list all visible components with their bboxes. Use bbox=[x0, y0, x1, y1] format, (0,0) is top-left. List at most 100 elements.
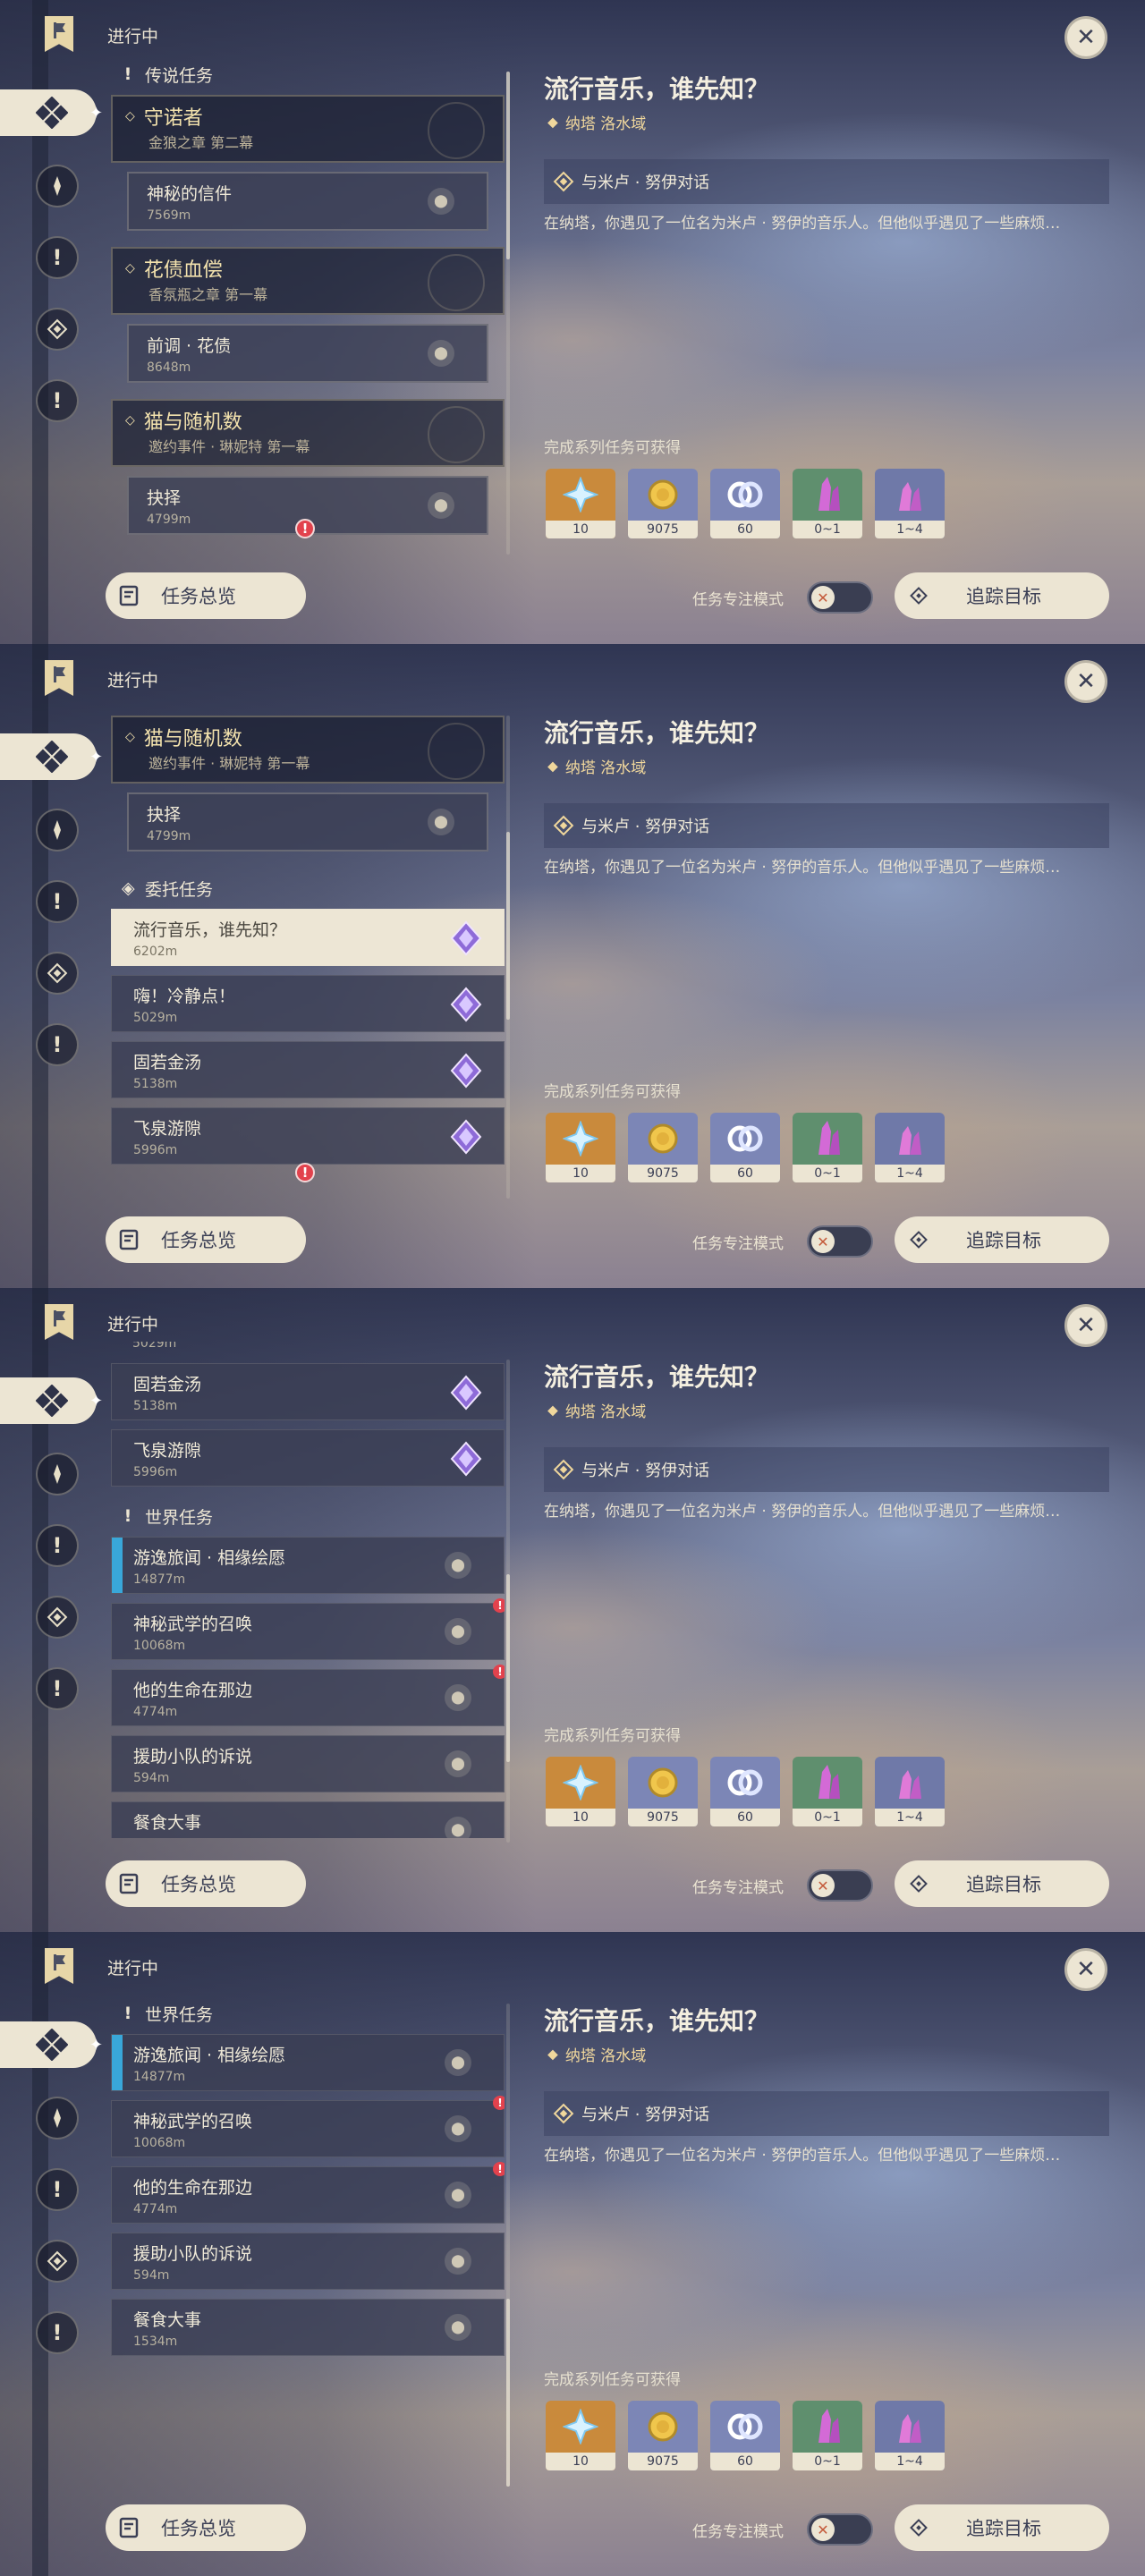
focus-mode-toggle[interactable]: ✕ bbox=[807, 1869, 873, 1902]
commission-item-selected[interactable]: 流行音乐，谁先知？ 6202m bbox=[111, 909, 505, 966]
tab-story-quest-icon[interactable]: ! bbox=[36, 236, 79, 279]
reward-item[interactable]: 10 bbox=[546, 469, 615, 538]
tab-commission-icon[interactable] bbox=[36, 952, 79, 995]
map-pin-icon[interactable]: ⬤ bbox=[428, 340, 454, 367]
list-scrollbar[interactable] bbox=[506, 72, 510, 555]
reward-item[interactable]: 60 bbox=[710, 2401, 780, 2470]
commission-item[interactable]: 飞泉游隙 5996m bbox=[111, 1429, 505, 1487]
map-pin-icon[interactable]: ⬤ bbox=[445, 2049, 471, 2076]
quest-item[interactable]: 神秘的信件 7569m ⬤ bbox=[127, 172, 488, 231]
tab-commission-icon[interactable] bbox=[36, 1596, 79, 1639]
map-pin-icon[interactable]: ⬤ bbox=[445, 1817, 471, 1838]
quest-overview-button[interactable]: 任务总览 bbox=[106, 572, 306, 619]
bookmark-icon[interactable] bbox=[45, 660, 73, 696]
reward-item[interactable]: 60 bbox=[710, 469, 780, 538]
map-pin-icon[interactable]: ⬤ bbox=[445, 1684, 471, 1711]
map-pin-icon[interactable]: ⬤ bbox=[445, 1750, 471, 1777]
reward-item[interactable]: 0~1 bbox=[793, 1113, 862, 1182]
tab-all-quests[interactable] bbox=[0, 733, 97, 780]
track-target-button[interactable]: 追踪目标 bbox=[895, 572, 1109, 619]
world-item-tracked[interactable]: 游逸旅闻 · 相缘绘愿 14877m ⬤ bbox=[111, 2034, 505, 2091]
world-item[interactable]: 神秘武学的召唤 10068m ⬤! bbox=[111, 2096, 505, 2157]
legend-chapter[interactable]: ◇ 猫与随机数 邀约事件 · 琳妮特 第一幕 bbox=[111, 716, 505, 784]
reward-item[interactable]: 1~4 bbox=[875, 469, 945, 538]
reward-item[interactable]: 1~4 bbox=[875, 1757, 945, 1826]
reward-item[interactable]: 0~1 bbox=[793, 2401, 862, 2470]
commission-item[interactable]: 固若金汤 5138m bbox=[111, 1363, 505, 1420]
track-target-button[interactable]: 追踪目标 bbox=[895, 1860, 1109, 1907]
reward-item[interactable]: 10 bbox=[546, 1113, 615, 1182]
reward-item[interactable]: 9075 bbox=[628, 1757, 698, 1826]
legend-chapter[interactable]: ◇ 守诺者 金狼之章 第二幕 bbox=[111, 95, 505, 163]
tab-story-quest-icon[interactable]: ! bbox=[36, 2168, 79, 2211]
map-pin-icon[interactable]: ⬤ bbox=[445, 1618, 471, 1645]
tab-world-quest-icon[interactable]: ! bbox=[36, 1667, 79, 1710]
reward-item[interactable]: 0~1 bbox=[793, 469, 862, 538]
reward-item[interactable]: 1~4 bbox=[875, 1113, 945, 1182]
reward-item[interactable]: 10 bbox=[546, 2401, 615, 2470]
reward-item[interactable]: 9075 bbox=[628, 2401, 698, 2470]
tab-all-quests[interactable] bbox=[0, 1377, 97, 1424]
legend-chapter[interactable]: ◇ 猫与随机数 邀约事件 · 琳妮特 第一幕 bbox=[111, 399, 505, 467]
quest-item[interactable]: 抉择 4799m ⬤ bbox=[127, 792, 488, 852]
list-scrollbar[interactable] bbox=[506, 1360, 510, 1843]
close-button[interactable]: ✕ bbox=[1064, 660, 1107, 703]
close-button[interactable]: ✕ bbox=[1064, 1948, 1107, 1991]
map-pin-icon[interactable]: ⬤ bbox=[428, 492, 454, 519]
tab-all-quests[interactable] bbox=[0, 2021, 97, 2068]
map-pin-icon[interactable]: ⬤ bbox=[445, 1552, 471, 1579]
tab-world-quest-icon[interactable]: ! bbox=[36, 2311, 79, 2354]
world-item[interactable]: 援助小队的诉说 594m ⬤ bbox=[111, 2233, 505, 2290]
bookmark-icon[interactable] bbox=[45, 1948, 73, 1984]
tab-story-quest-icon[interactable]: ! bbox=[36, 880, 79, 923]
world-item-tracked[interactable]: 游逸旅闻 · 相缘绘愿 14877m ⬤ bbox=[111, 1537, 505, 1594]
world-item[interactable]: 餐食大事1534m⬤ bbox=[111, 2299, 505, 2356]
world-item[interactable]: 他的生命在那边 4774m ⬤! bbox=[111, 2162, 505, 2224]
quest-overview-button[interactable]: 任务总览 bbox=[106, 1216, 306, 1263]
legend-chapter[interactable]: ◇ 花债血偿 香氛瓶之章 第一幕 bbox=[111, 247, 505, 315]
quest-overview-button[interactable]: 任务总览 bbox=[106, 2504, 306, 2551]
focus-mode-toggle[interactable]: ✕ bbox=[807, 2513, 873, 2546]
tab-world-quest-icon[interactable]: ! bbox=[36, 1023, 79, 1066]
commission-item[interactable]: 固若金汤 5138m bbox=[111, 1041, 505, 1098]
focus-mode-toggle[interactable]: ✕ bbox=[807, 1225, 873, 1258]
close-button[interactable]: ✕ bbox=[1064, 16, 1107, 59]
tab-archon-quest-icon[interactable] bbox=[36, 165, 79, 208]
tab-archon-quest-icon[interactable] bbox=[36, 2097, 79, 2140]
reward-item[interactable]: 60 bbox=[710, 1113, 780, 1182]
tab-archon-quest-icon[interactable] bbox=[36, 809, 79, 852]
quest-overview-button[interactable]: 任务总览 bbox=[106, 1860, 306, 1907]
quest-item[interactable]: 前调 · 花债 8648m ⬤ bbox=[127, 324, 488, 383]
track-target-button[interactable]: 追踪目标 bbox=[895, 2504, 1109, 2551]
map-pin-icon[interactable]: ⬤ bbox=[428, 809, 454, 835]
track-target-button[interactable]: 追踪目标 bbox=[895, 1216, 1109, 1263]
map-pin-icon[interactable]: ⬤ bbox=[445, 2314, 471, 2341]
world-item[interactable]: 援助小队的诉说 594m ⬤ bbox=[111, 1735, 505, 1792]
bookmark-icon[interactable] bbox=[45, 16, 73, 52]
world-item[interactable]: 餐食大事1534m⬤ bbox=[111, 1801, 505, 1838]
reward-item[interactable]: 60 bbox=[710, 1757, 780, 1826]
list-scrollbar[interactable] bbox=[506, 2004, 510, 2487]
tab-all-quests[interactable] bbox=[0, 89, 97, 136]
tab-commission-icon[interactable] bbox=[36, 308, 79, 351]
reward-item[interactable]: 0~1 bbox=[793, 1757, 862, 1826]
tab-commission-icon[interactable] bbox=[36, 2240, 79, 2283]
reward-item[interactable]: 9075 bbox=[628, 1113, 698, 1182]
reward-item[interactable]: 10 bbox=[546, 1757, 615, 1826]
tab-story-quest-icon[interactable]: ! bbox=[36, 1524, 79, 1567]
map-pin-icon[interactable]: ⬤ bbox=[428, 188, 454, 215]
tab-archon-quest-icon[interactable] bbox=[36, 1453, 79, 1496]
focus-mode-toggle[interactable]: ✕ bbox=[807, 581, 873, 614]
world-item[interactable]: 神秘武学的召唤 10068m ⬤! bbox=[111, 1598, 505, 1660]
commission-item[interactable]: 飞泉游隙 5996m bbox=[111, 1107, 505, 1165]
map-pin-icon[interactable]: ⬤ bbox=[445, 2182, 471, 2208]
bookmark-icon[interactable] bbox=[45, 1304, 73, 1340]
reward-item[interactable]: 9075 bbox=[628, 469, 698, 538]
commission-item[interactable]: 嗨！冷静点！ 5029m bbox=[111, 975, 505, 1032]
world-item[interactable]: 他的生命在那边 4774m ⬤! bbox=[111, 1665, 505, 1726]
reward-item[interactable]: 1~4 bbox=[875, 2401, 945, 2470]
map-pin-icon[interactable]: ⬤ bbox=[445, 2115, 471, 2142]
tab-world-quest-icon[interactable]: ! bbox=[36, 379, 79, 422]
list-scrollbar[interactable] bbox=[506, 716, 510, 1199]
map-pin-icon[interactable]: ⬤ bbox=[445, 2248, 471, 2275]
